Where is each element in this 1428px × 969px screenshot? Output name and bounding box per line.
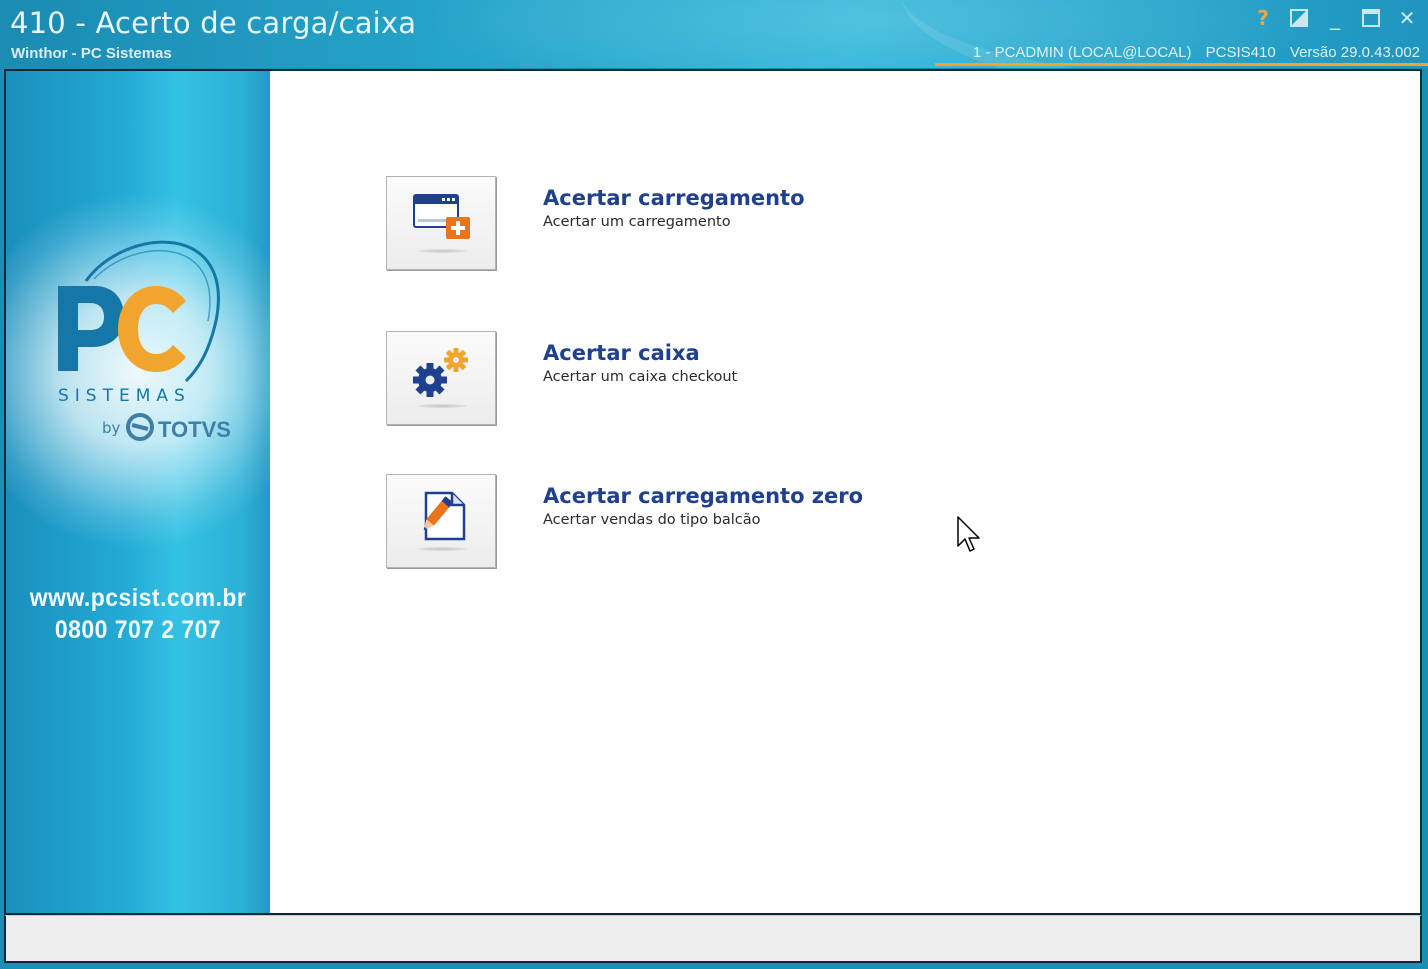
window-title: 410 - Acerto de carga/caixa xyxy=(10,6,417,40)
user-info: 1 - PCADMIN (LOCAL@LOCAL) xyxy=(972,44,1192,61)
gears-icon xyxy=(413,348,468,397)
minimize-icon[interactable]: _ xyxy=(1324,6,1346,30)
restore-icon[interactable] xyxy=(1288,6,1310,30)
version-info: Versão 29.0.43.002 xyxy=(1289,44,1420,61)
action-acertar-carregamento-zero: Acertar carregamento zero Acertar vendas… xyxy=(6,474,1106,574)
document-edit-icon xyxy=(423,491,466,541)
session-info: 1 - PCADMIN (LOCAL@LOCAL) PCSIS410 Versã… xyxy=(963,44,1420,61)
website-link: www.pcsist.com.br xyxy=(29,584,247,612)
window-add-icon xyxy=(413,194,470,239)
status-bar xyxy=(4,915,1422,963)
action-title[interactable]: Acertar carregamento xyxy=(543,186,805,210)
tile-shadow xyxy=(417,249,467,253)
close-icon[interactable]: ✕ xyxy=(1396,6,1418,30)
action-title[interactable]: Acertar caixa xyxy=(543,341,700,365)
session-info-underline xyxy=(935,63,1428,66)
tile-shadow xyxy=(417,547,467,551)
mouse-cursor-icon xyxy=(957,516,980,552)
title-bar: 410 - Acerto de carga/caixa Winthor - PC… xyxy=(0,0,1428,68)
maximize-icon[interactable] xyxy=(1360,6,1382,30)
window-controls: ? _ ✕ xyxy=(1252,6,1418,30)
action-description: Acertar vendas do tipo balcão xyxy=(543,512,761,528)
tile-shadow xyxy=(417,404,467,408)
action-acertar-carregamento: Acertar carregamento Acertar um carregam… xyxy=(6,176,1106,276)
action-description: Acertar um caixa checkout xyxy=(543,369,738,385)
phone-number: 0800 707 2 707 xyxy=(54,616,222,644)
program-code: PCSIS410 xyxy=(1205,44,1276,61)
main-window: SISTEMAS by TOTVS www.pcsist.com.br 0800… xyxy=(4,69,1422,915)
acertar-carregamento-button[interactable] xyxy=(386,176,496,270)
action-title[interactable]: Acertar carregamento zero xyxy=(543,484,863,508)
help-icon[interactable]: ? xyxy=(1252,6,1274,30)
acertar-carregamento-zero-button[interactable] xyxy=(386,474,496,568)
action-acertar-caixa: Acertar caixa Acertar um caixa checkout xyxy=(6,331,1106,431)
acertar-caixa-button[interactable] xyxy=(386,331,496,425)
window-subtitle: Winthor - PC Sistemas xyxy=(11,45,172,62)
action-description: Acertar um carregamento xyxy=(543,214,731,230)
